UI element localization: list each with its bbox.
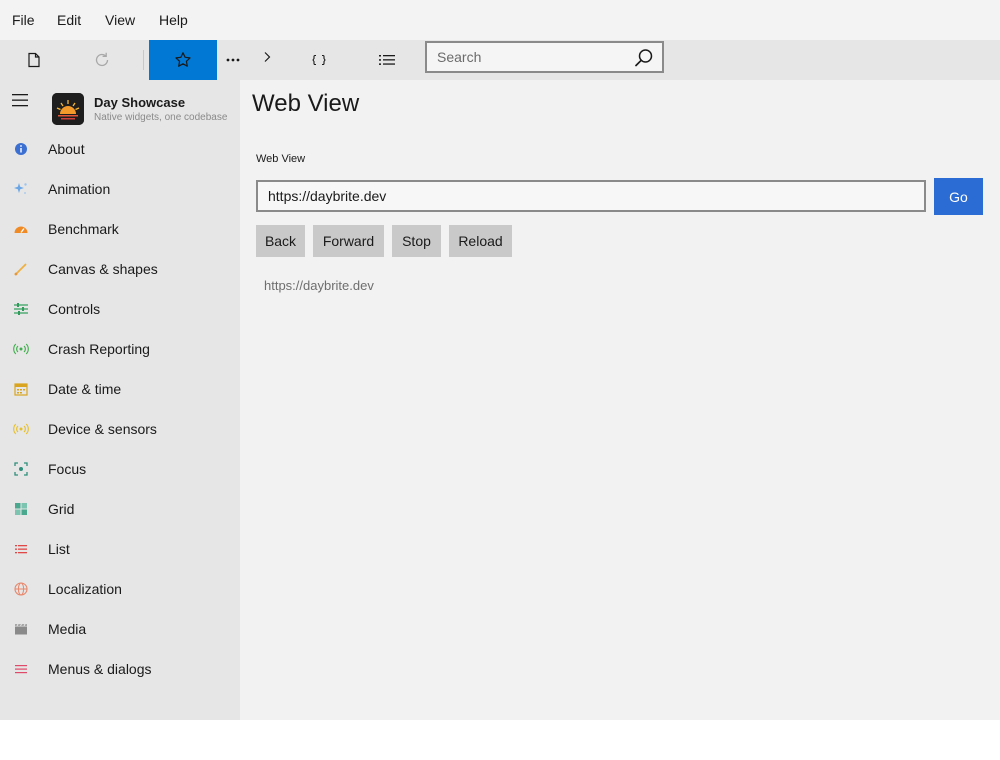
hamburger-icon[interactable] — [10, 90, 30, 110]
sidebar-item-media[interactable]: Media — [0, 609, 240, 649]
sidebar-item-benchmark[interactable]: Benchmark — [0, 209, 240, 249]
sidebar-item-list[interactable]: List — [0, 529, 240, 569]
sidebar-item-about[interactable]: About — [0, 129, 240, 169]
info-icon — [13, 141, 29, 157]
sidebar-item-label: About — [48, 141, 85, 157]
speedometer-icon — [13, 221, 29, 237]
clapperboard-icon — [13, 621, 29, 637]
toolbar-separator — [143, 50, 144, 70]
sidebar-item-label: Canvas & shapes — [48, 261, 158, 277]
sensor-icon — [13, 421, 29, 437]
brush-icon — [13, 261, 29, 277]
refresh-icon[interactable] — [82, 40, 122, 80]
search-input[interactable] — [427, 43, 627, 71]
sidebar-item-canvas-shapes[interactable]: Canvas & shapes — [0, 249, 240, 289]
braces-icon[interactable] — [300, 40, 338, 80]
sidebar-item-label: Localization — [48, 581, 122, 597]
sparkle-icon — [13, 181, 29, 197]
menu-lines-icon — [13, 661, 29, 677]
sliders-icon — [13, 301, 29, 317]
menu-help[interactable]: Help — [159, 12, 188, 28]
menu-view[interactable]: View — [105, 12, 135, 28]
menu-edit[interactable]: Edit — [57, 12, 81, 28]
main-content: Web View Web View Go Back Forward Stop R… — [240, 80, 1000, 720]
search-icon[interactable] — [634, 48, 654, 73]
document-icon[interactable] — [14, 40, 54, 80]
sidebar-item-grid[interactable]: Grid — [0, 489, 240, 529]
sidebar-item-animation[interactable]: Animation — [0, 169, 240, 209]
app-title: Day Showcase — [94, 95, 186, 110]
broadcast-icon — [13, 341, 29, 357]
sidebar-item-date-time[interactable]: Date & time — [0, 369, 240, 409]
page-title: Web View — [252, 90, 360, 117]
sidebar-item-label: Menus & dialogs — [48, 661, 152, 677]
sidebar-item-focus[interactable]: Focus — [0, 449, 240, 489]
sidebar-item-label: Benchmark — [48, 221, 119, 237]
forward-button[interactable]: Forward — [313, 225, 384, 257]
current-url-text: https://daybrite.dev — [264, 278, 374, 293]
menu-bar: File Edit View Help — [0, 0, 1000, 40]
sidebar-item-crash-reporting[interactable]: Crash Reporting — [0, 329, 240, 369]
globe-icon — [13, 581, 29, 597]
sidebar-item-label: Focus — [48, 461, 87, 477]
sidebar-item-localization[interactable]: Localization — [0, 569, 240, 609]
sidebar-item-label: List — [48, 541, 70, 557]
search-box — [425, 41, 664, 73]
url-input[interactable] — [256, 180, 926, 212]
sidebar-item-label: Controls — [48, 301, 101, 317]
app-subtitle: Native widgets, one codebase — [94, 112, 228, 123]
app-logo — [52, 93, 84, 125]
focus-icon — [13, 461, 29, 477]
star-icon[interactable] — [149, 40, 217, 80]
back-button[interactable]: Back — [256, 225, 305, 257]
list-icon — [13, 541, 29, 557]
stop-button[interactable]: Stop — [392, 225, 441, 257]
sidebar-item-label: Media — [48, 621, 87, 637]
sidebar-item-controls[interactable]: Controls — [0, 289, 240, 329]
grid-icon — [13, 501, 29, 517]
sidebar: Day Showcase Native widgets, one codebas… — [0, 80, 240, 720]
calendar-icon — [13, 381, 29, 397]
sidebar-item-label: Device & sensors — [48, 421, 157, 437]
section-label: Web View — [256, 153, 306, 165]
window-bottom-area — [0, 720, 1000, 760]
go-button[interactable]: Go — [934, 178, 983, 215]
ellipsis-icon[interactable] — [218, 40, 248, 80]
reload-button[interactable]: Reload — [449, 225, 512, 257]
sidebar-item-label: Date & time — [48, 381, 122, 397]
sidebar-item-label: Grid — [48, 501, 75, 517]
sidebar-item-label: Crash Reporting — [48, 341, 150, 357]
menu-file[interactable]: File — [12, 12, 35, 28]
chevron-right-icon[interactable] — [255, 40, 279, 74]
list-icon[interactable] — [368, 40, 406, 80]
sidebar-item-device-sensors[interactable]: Device & sensors — [0, 409, 240, 449]
sidebar-item-menus-dialogs[interactable]: Menus & dialogs — [0, 649, 240, 689]
sidebar-item-label: Animation — [48, 181, 111, 197]
